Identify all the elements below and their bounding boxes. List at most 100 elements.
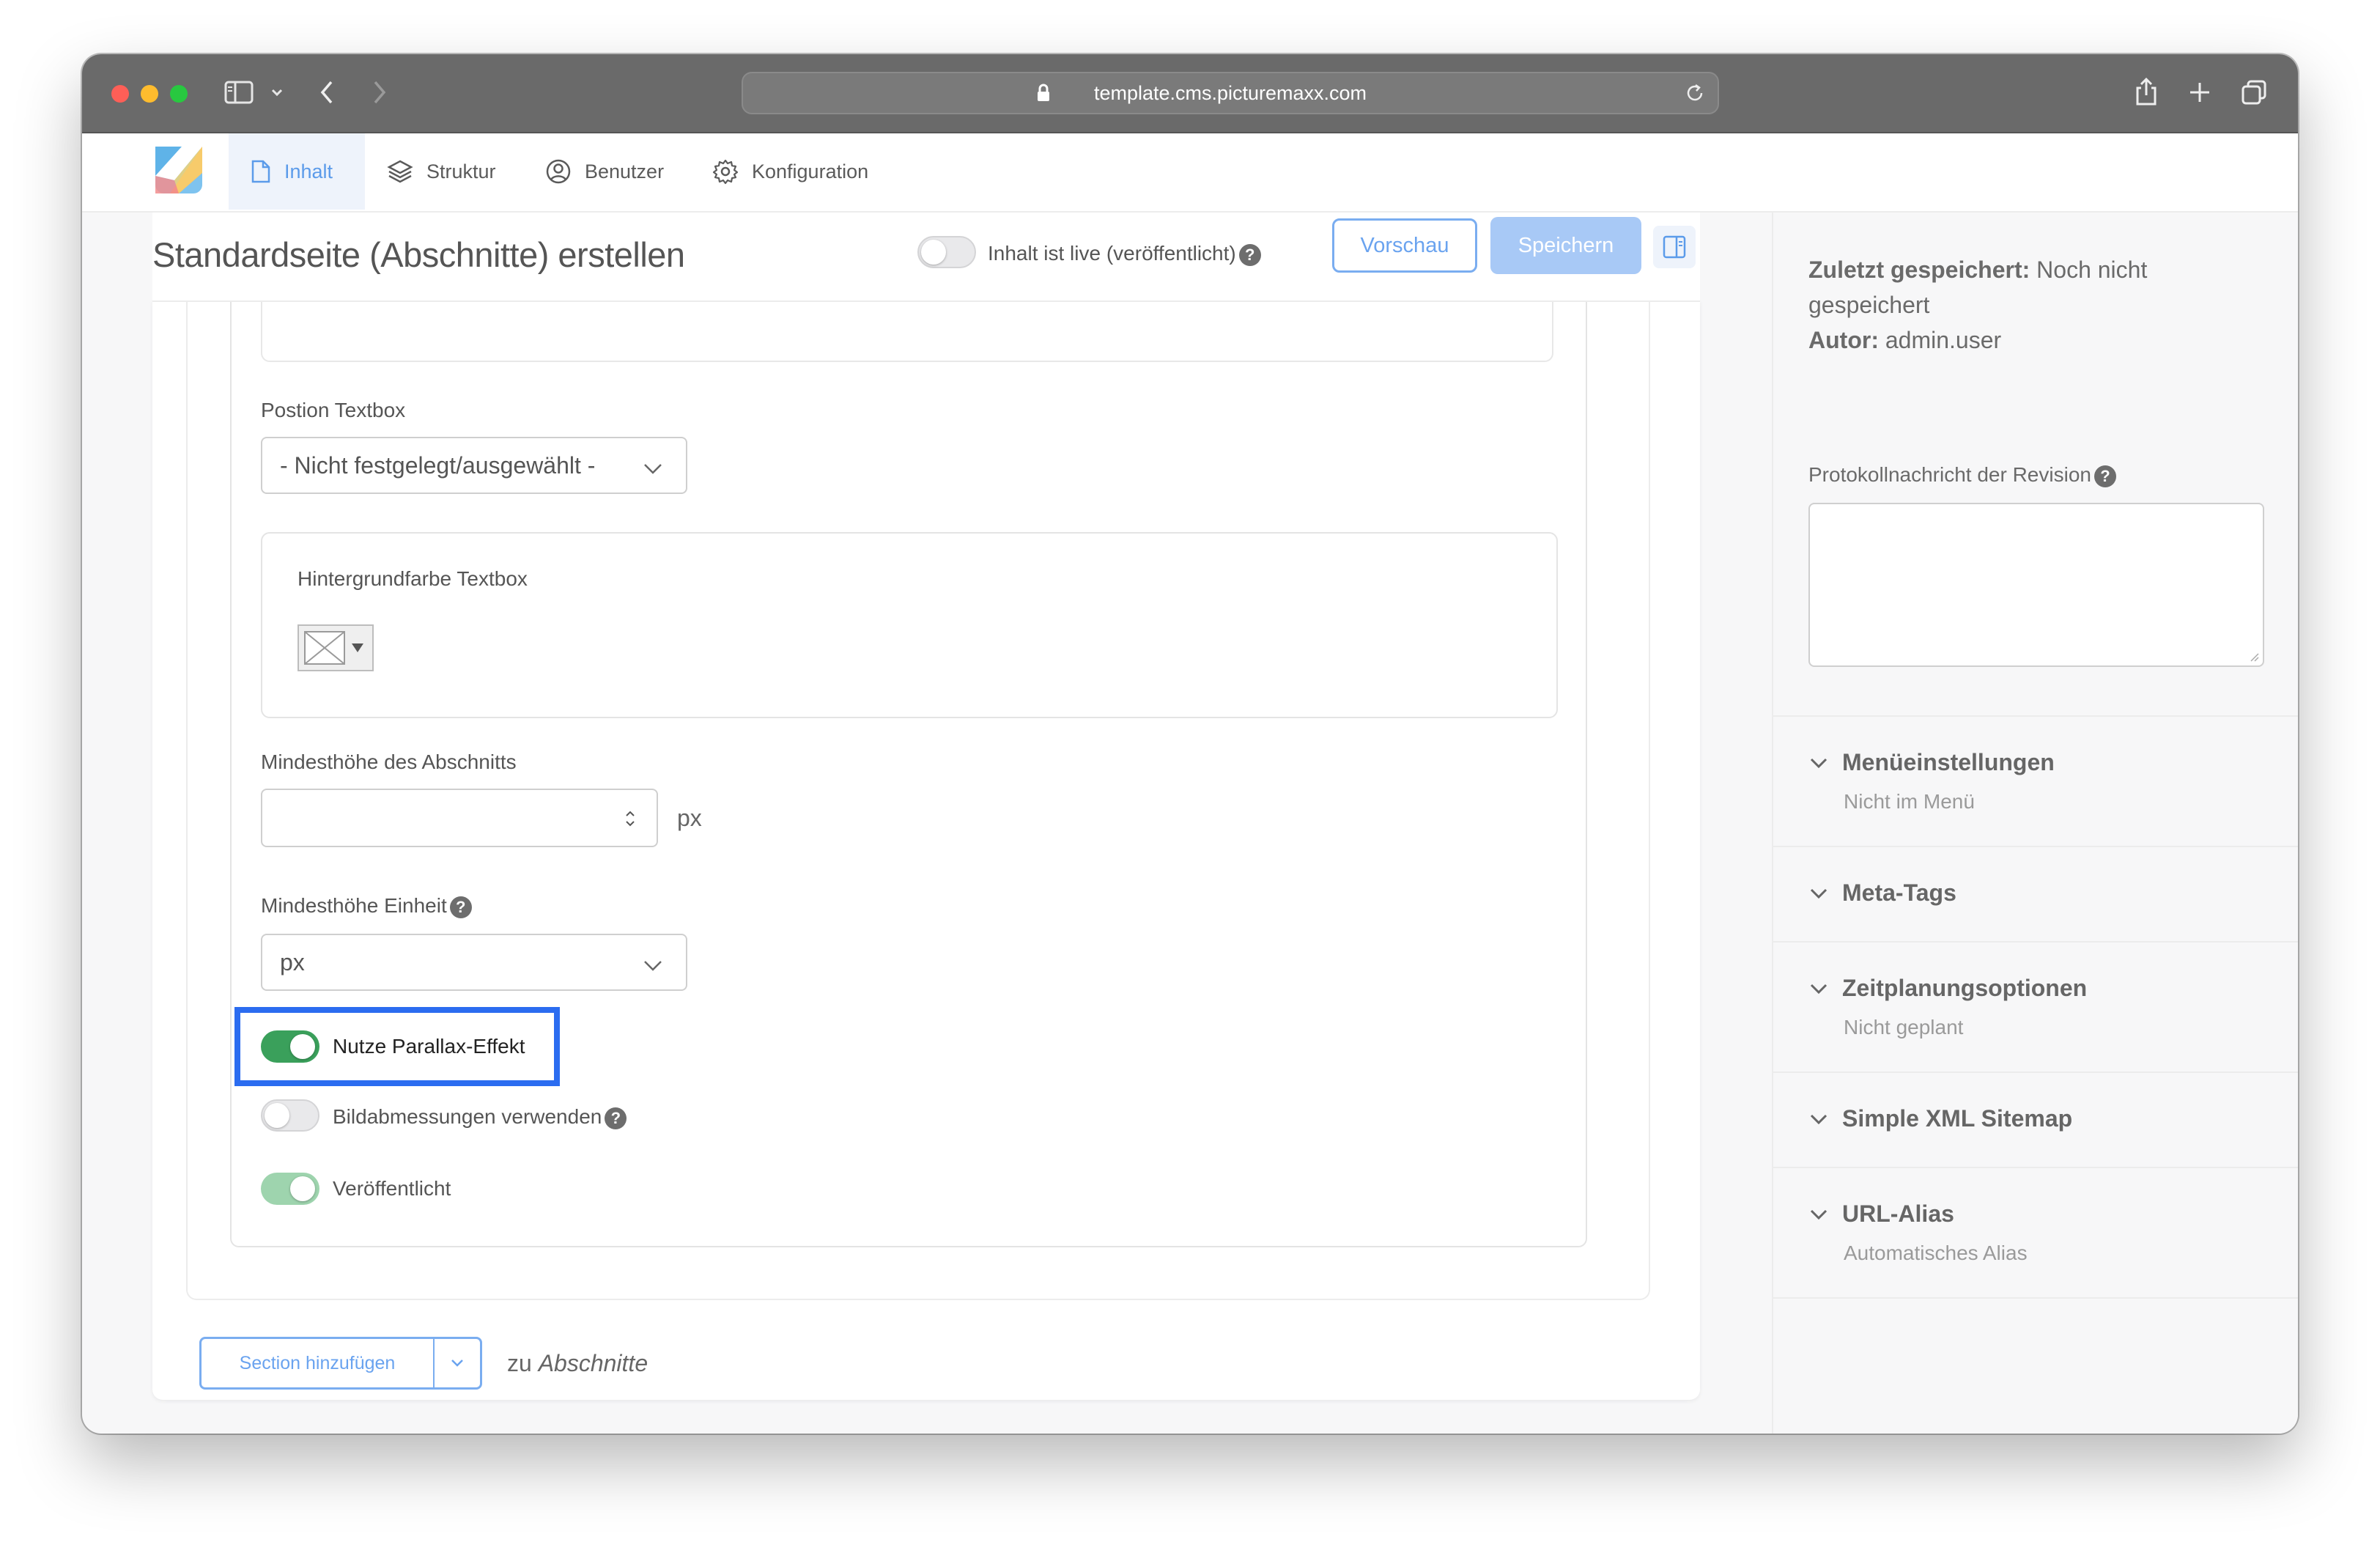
toggle-knob [290, 1034, 315, 1059]
tab-benutzer[interactable]: Benutzer [545, 133, 664, 210]
min-height-label: Mindesthöhe des Abschnitts [261, 750, 517, 773]
sidebar-panel-icon [1663, 235, 1686, 259]
address-bar[interactable]: template.cms.picturemaxx.com [742, 72, 1719, 114]
live-toggle[interactable] [917, 236, 976, 268]
tab-benutzer-label: Benutzer [585, 160, 665, 182]
accordion-title: Menüeinstellungen [1842, 749, 2055, 775]
accordion-header[interactable]: Simple XML Sitemap [1808, 1105, 2072, 1132]
min-height-input[interactable] [261, 789, 658, 847]
accordion-header[interactable]: Meta-Tags [1808, 879, 1956, 907]
maximize-window-button[interactable] [170, 85, 188, 103]
parallax-label: Nutze Parallax-Effekt [333, 1035, 525, 1058]
minimize-window-button[interactable] [141, 85, 158, 103]
chevron-down-icon [451, 1360, 463, 1367]
app-navigation: Inhalt Struktur Benutzer Konfiguration [82, 133, 2298, 213]
chevron-down-icon [1808, 1112, 1829, 1126]
tab-konfiguration-label: Konfiguration [752, 160, 869, 182]
chevron-down-icon [642, 456, 664, 483]
toggle-knob [290, 1176, 315, 1201]
min-height-unit-label-text: Mindesthöhe Einheit [261, 894, 447, 917]
close-window-button[interactable] [111, 85, 129, 103]
add-section-split-button: Section hinzufügen [199, 1337, 482, 1390]
chevron-down-icon [1808, 886, 1829, 901]
revision-label: Protokollnachricht der Revision? [1808, 457, 2116, 493]
reload-icon[interactable] [1684, 82, 1706, 108]
author-value: admin.user [1885, 327, 2002, 353]
tab-konfiguration[interactable]: Konfiguration [712, 133, 868, 210]
tab-inhalt[interactable]: Inhalt [229, 133, 365, 210]
spinner-icon[interactable] [623, 806, 638, 835]
last-saved-label: Zuletzt gespeichert: [1808, 257, 2030, 283]
revision-log-textarea[interactable] [1808, 503, 2264, 667]
live-status: Inhalt ist live (veröffentlicht)? [988, 242, 1261, 266]
new-tab-icon[interactable] [2188, 81, 2211, 104]
tab-struktur[interactable]: Struktur [387, 133, 496, 210]
share-icon[interactable] [2134, 76, 2159, 107]
bgcolor-textbox-label: Hintergrundfarbe Textbox [298, 567, 528, 590]
previous-field [261, 300, 1553, 362]
min-height-unit-select[interactable]: px [261, 934, 687, 991]
help-icon[interactable]: ? [1238, 243, 1261, 266]
add-to-prefix: zu [507, 1350, 532, 1376]
forward-icon[interactable] [371, 79, 388, 106]
logo-icon[interactable] [152, 144, 205, 196]
page-header: Standardseite (Abschnitte) erstellen Inh… [152, 213, 1700, 302]
position-textbox-select[interactable]: - Nicht festgelegt/ausgewählt - [261, 437, 687, 494]
author-label: Autor: [1808, 327, 1879, 353]
tab-overview-icon[interactable] [2241, 79, 2267, 106]
help-icon[interactable]: ? [2093, 465, 2116, 487]
chevron-down-icon[interactable] [270, 84, 284, 101]
accordion-summary: Nicht geplant [1844, 1016, 1964, 1039]
chevron-down-icon [1808, 981, 1829, 996]
url-text: template.cms.picturemaxx.com [1093, 82, 1367, 104]
add-to-target: Abschnitte [538, 1350, 648, 1376]
accordion-url-alias[interactable]: URL-Alias Automatisches Alias [1773, 1167, 2298, 1299]
content-form: Postion Textbox - Nicht festgelegt/ausge… [152, 300, 1700, 1400]
help-icon[interactable]: ? [605, 1107, 627, 1129]
last-saved-value-2: gespeichert [1808, 292, 1930, 318]
accordion-menu-settings[interactable]: Menüeinstellungen Nicht im Menü [1773, 715, 2298, 846]
image-dimensions-label-text: Bildabmessungen verwenden [333, 1105, 602, 1128]
published-toggle[interactable] [261, 1173, 319, 1205]
live-label: Inhalt ist live (veröffentlicht) [988, 242, 1236, 265]
last-saved: Zuletzt gespeichert: Noch nicht gespeich… [1808, 252, 2263, 322]
preview-button[interactable]: Vorschau [1332, 218, 1477, 273]
parallax-toggle[interactable] [261, 1030, 319, 1063]
meta-sidebar: Zuletzt gespeichert: Noch nicht gespeich… [1772, 213, 2298, 1434]
add-section-button[interactable]: Section hinzufügen [202, 1339, 435, 1387]
chevron-down-icon [642, 953, 664, 980]
accordion-header[interactable]: Menüeinstellungen [1808, 749, 2055, 776]
tab-inhalt-label: Inhalt [284, 160, 333, 182]
accordion-header[interactable]: Zeitplanungsoptionen [1808, 975, 2087, 1002]
browser-window: template.cms.picturemaxx.com Inhalt Stru… [82, 54, 2298, 1434]
toggle-sidebar-button[interactable] [1653, 226, 1696, 268]
color-picker[interactable] [298, 624, 374, 671]
layers-icon [387, 159, 413, 184]
accordion-title: Zeitplanungsoptionen [1842, 975, 2088, 1001]
accordion-xml-sitemap[interactable]: Simple XML Sitemap [1773, 1071, 2298, 1167]
image-dimensions-label: Bildabmessungen verwenden? [333, 1105, 627, 1129]
toggle-knob [921, 240, 946, 265]
bgcolor-fieldset: Hintergrundfarbe Textbox [261, 532, 1558, 718]
accordion-title: URL-Alias [1842, 1200, 1954, 1227]
section-item: Postion Textbox - Nicht festgelegt/ausge… [230, 300, 1587, 1247]
help-icon[interactable]: ? [449, 896, 472, 918]
image-dimensions-toggle[interactable] [261, 1099, 319, 1132]
accordion-scheduling[interactable]: Zeitplanungsoptionen Nicht geplant [1773, 941, 2298, 1071]
save-button[interactable]: Speichern [1490, 217, 1641, 274]
accordion-header[interactable]: URL-Alias [1808, 1200, 1954, 1228]
add-section-dropdown[interactable] [435, 1339, 480, 1387]
position-textbox-value: - Nicht festgelegt/ausgewählt - [280, 451, 596, 479]
user-circle-icon [545, 158, 572, 185]
toggle-knob [265, 1103, 289, 1128]
accordion-summary: Nicht im Menü [1844, 790, 1975, 813]
sidebar-toggle-icon[interactable] [224, 81, 254, 104]
chevron-down-icon [1808, 756, 1829, 770]
accordion-title: Simple XML Sitemap [1842, 1105, 2073, 1132]
accordion-meta-tags[interactable]: Meta-Tags [1773, 846, 2298, 941]
author: Autor: admin.user [1808, 322, 2001, 358]
published-label: Veröffentlicht [333, 1177, 451, 1200]
back-icon[interactable] [318, 79, 336, 106]
resize-handle-icon [2250, 653, 2259, 662]
add-section-target: zu Abschnitte [507, 1350, 648, 1377]
